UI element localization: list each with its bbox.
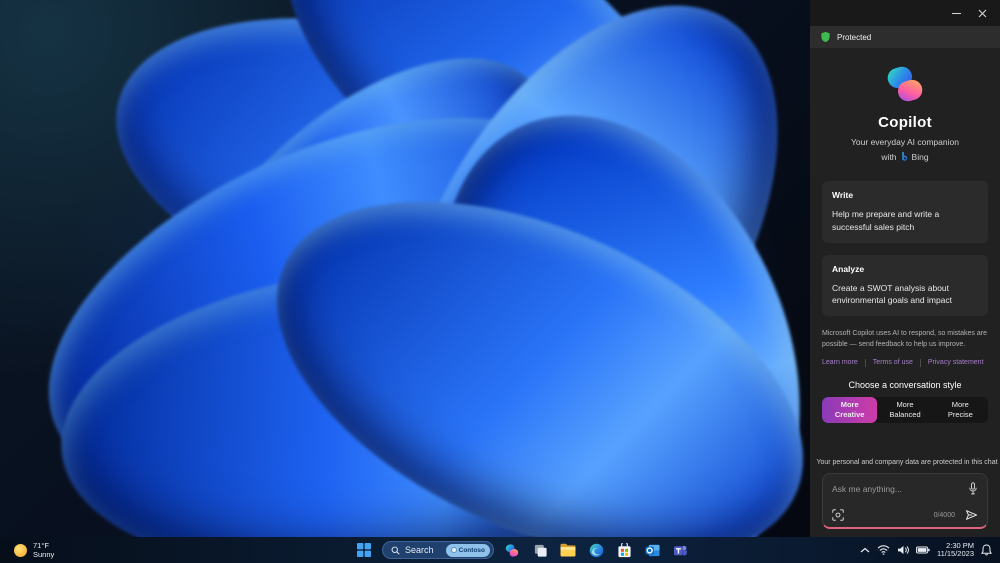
screenshot-capture-icon[interactable] <box>832 509 844 521</box>
taskbar: 71°F Sunny Search Contoso 2:30 PM 11/15/… <box>0 537 1000 563</box>
conversation-style-selector: More Creative More Balanced More Precise <box>822 396 988 423</box>
copilot-subtitle: Your everyday AI companion <box>851 137 959 147</box>
ask-me-anything-input[interactable] <box>832 483 962 494</box>
with-label: with <box>881 151 897 162</box>
minimize-icon <box>951 12 961 14</box>
style-option-line1: More <box>840 399 859 409</box>
microsoft-store-icon <box>617 542 631 557</box>
contoso-badge[interactable]: Contoso <box>445 543 490 557</box>
file-explorer-icon <box>560 543 576 557</box>
search-placeholder: Search <box>405 545 434 555</box>
close-icon <box>978 9 986 17</box>
style-option-more-precise[interactable]: More Precise <box>933 397 988 423</box>
microphone-icon[interactable] <box>968 482 978 495</box>
search-icon <box>391 546 400 555</box>
privacy-statement-link[interactable]: Privacy statement <box>928 359 984 366</box>
card-description: Help me prepare and write a successful s… <box>832 209 940 232</box>
task-view-icon <box>534 544 547 557</box>
desktop-wallpaper[interactable] <box>0 0 810 537</box>
style-option-line1: More <box>951 399 969 409</box>
panel-titlebar <box>810 0 1000 26</box>
style-option-line1: More <box>896 399 914 409</box>
outlook-icon <box>644 544 660 556</box>
edge-browser-icon <box>589 543 603 557</box>
style-option-line2: Creative <box>834 409 865 419</box>
link-divider <box>864 358 866 367</box>
clock-widget[interactable]: 2:30 PM 11/15/2023 <box>937 541 974 559</box>
style-option-more-balanced[interactable]: More Balanced <box>877 397 932 423</box>
contoso-badge-label: Contoso <box>458 546 485 554</box>
copilot-taskbar-icon <box>505 543 519 557</box>
privacy-note-text: Your personal and company data are prote… <box>816 459 998 466</box>
send-icon[interactable] <box>965 509 978 521</box>
chat-input-box: 0/4000 <box>822 473 988 529</box>
system-tray: 2:30 PM 11/15/2023 <box>860 537 992 563</box>
bell-icon <box>981 544 992 556</box>
tray-battery-button[interactable] <box>916 546 930 554</box>
taskbar-app-microsoft-store[interactable] <box>614 539 634 561</box>
taskbar-app-teams[interactable] <box>670 539 690 561</box>
suggestion-card-write[interactable]: Write Help me prepare and write a succes… <box>822 181 988 243</box>
copilot-title: Copilot <box>878 114 932 131</box>
taskbar-app-file-explorer[interactable] <box>558 539 578 561</box>
learn-more-link[interactable]: Learn more <box>822 359 858 366</box>
teams-icon <box>673 545 687 555</box>
taskbar-app-outlook[interactable] <box>642 539 662 561</box>
card-title: Write <box>832 190 854 200</box>
protected-label: Protected <box>837 32 872 42</box>
bing-label: Bing <box>911 151 929 162</box>
minimize-button[interactable] <box>946 5 966 21</box>
chat-input-row <box>832 482 978 495</box>
conversation-style-heading: Choose a conversation style <box>848 379 962 390</box>
chat-input-toolbar: 0/4000 <box>832 509 978 521</box>
copilot-panel: Protected Copilot Your everyday AI compa… <box>810 0 1000 537</box>
style-option-more-creative[interactable]: More Creative <box>822 396 878 423</box>
start-button[interactable] <box>354 539 374 561</box>
weather-condition: Sunny <box>33 550 55 559</box>
style-option-line2: Balanced <box>889 409 921 419</box>
battery-icon <box>916 546 930 554</box>
sunny-weather-icon <box>14 543 27 557</box>
taskbar-app-task-view[interactable] <box>530 539 550 561</box>
speaker-icon <box>898 545 909 555</box>
notification-bell-button[interactable] <box>981 544 992 556</box>
screen: Protected Copilot Your everyday AI compa… <box>0 0 1000 563</box>
style-option-line2: Precise <box>947 409 973 419</box>
tray-wifi-button[interactable] <box>877 545 890 555</box>
tray-volume-button[interactable] <box>897 545 909 555</box>
shield-protected-icon <box>821 31 830 43</box>
wifi-icon <box>877 545 890 555</box>
privacy-note: Your personal and company data are prote… <box>816 458 997 467</box>
card-title: Analyze <box>832 263 865 274</box>
weather-widget[interactable]: 71°F Sunny <box>14 537 54 563</box>
card-description: Create a SWOT analysis about environment… <box>832 282 953 306</box>
terms-of-use-link[interactable]: Terms of use <box>873 359 913 366</box>
legal-links-row: Learn more Terms of use Privacy statemen… <box>822 358 988 367</box>
clock-date: 11/15/2023 <box>937 549 974 558</box>
copilot-logo-icon <box>887 66 923 102</box>
ai-disclaimer: Microsoft Copilot uses AI to respond, so… <box>822 330 987 348</box>
protected-status-bar[interactable]: Protected <box>810 26 1000 48</box>
bing-icon <box>901 151 907 161</box>
weather-temperature: 71°F <box>33 541 49 550</box>
character-counter: 0/4000 <box>933 511 955 519</box>
taskbar-app-edge[interactable] <box>586 539 606 561</box>
flex-spacer <box>810 423 1000 458</box>
with-bing-row: with Bing <box>810 151 1000 162</box>
link-divider <box>919 358 921 367</box>
chevron-up-icon <box>860 547 870 553</box>
copilot-logo-area <box>810 63 1000 105</box>
taskbar-app-copilot[interactable] <box>502 539 522 561</box>
suggestion-card-analyze[interactable]: Analyze Create a SWOT analysis about env… <box>822 254 988 316</box>
search-box[interactable]: Search Contoso <box>382 541 494 559</box>
contoso-logo-icon <box>450 547 457 553</box>
taskbar-center: Search Contoso <box>354 537 690 563</box>
weather-text: 71°F Sunny <box>33 541 54 559</box>
close-button[interactable] <box>972 5 992 21</box>
windows-start-icon <box>357 543 371 557</box>
tray-chevron-up-button[interactable] <box>860 547 870 553</box>
